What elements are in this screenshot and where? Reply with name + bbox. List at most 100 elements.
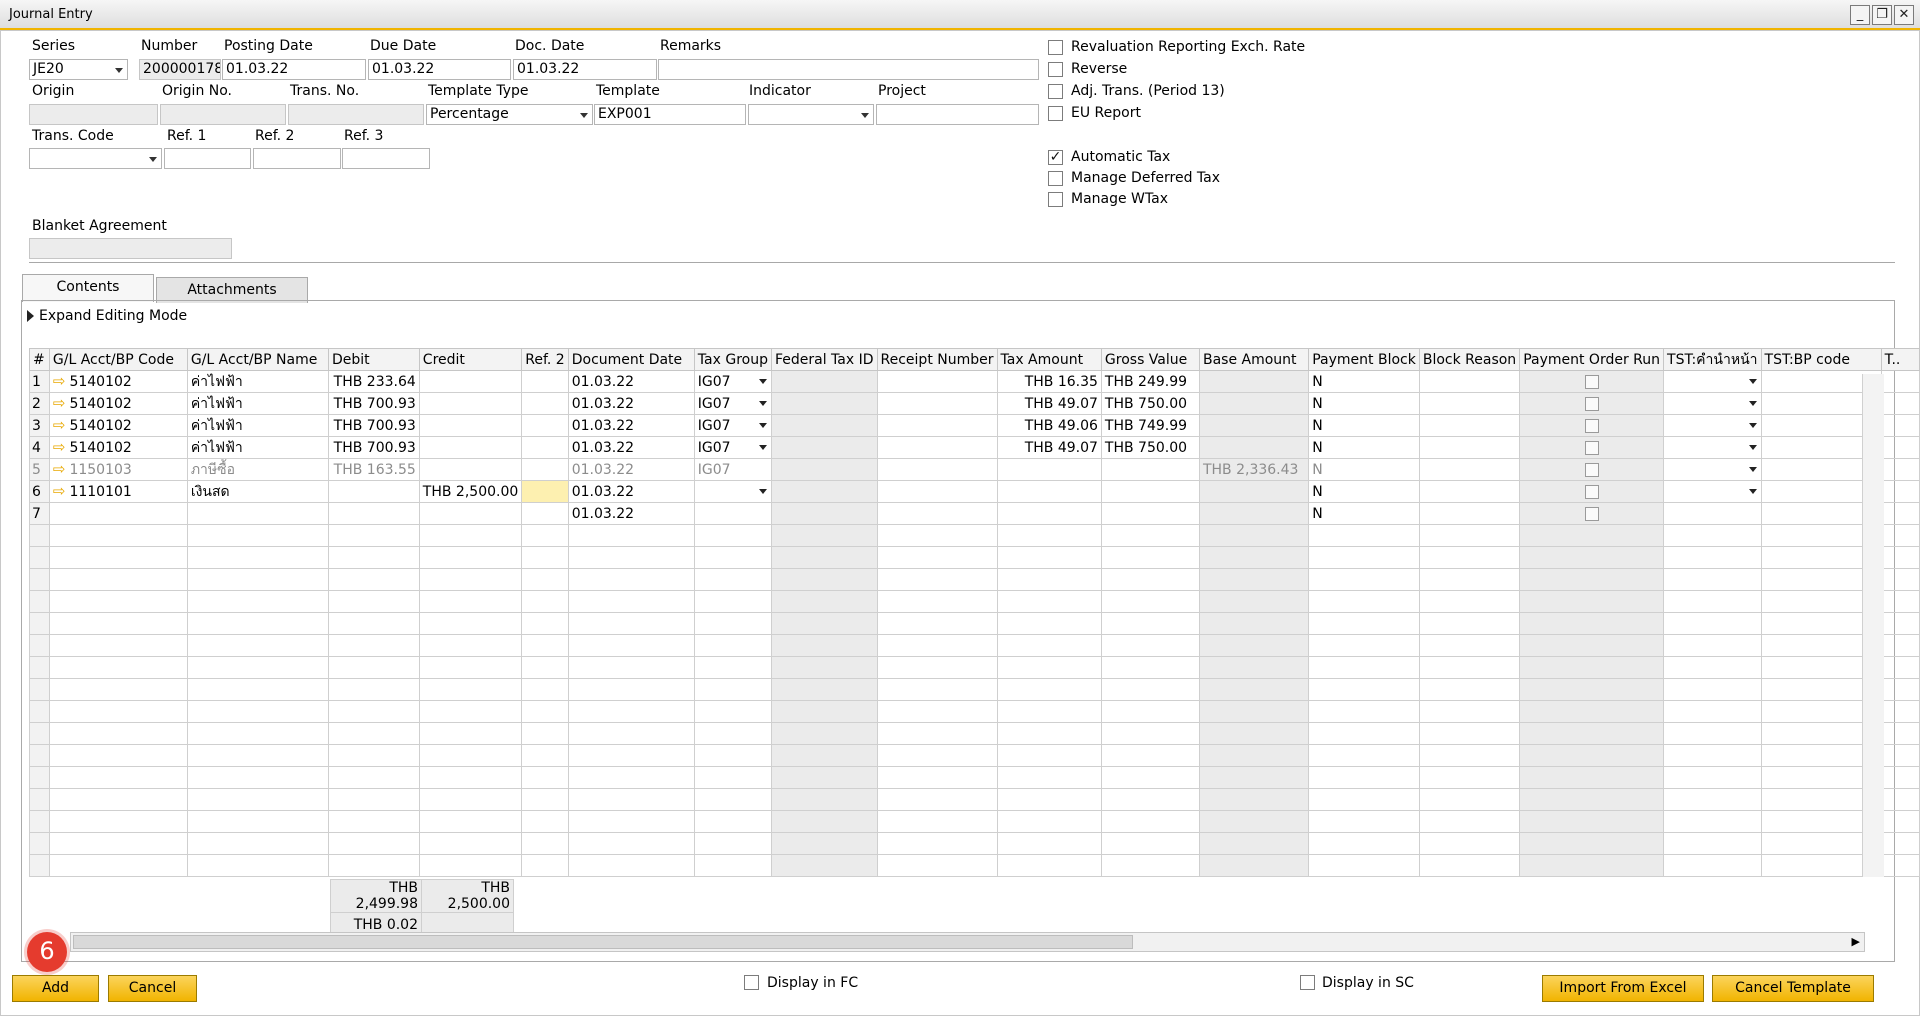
display-sc-checkbox[interactable] — [1300, 975, 1315, 990]
payment-block-cell[interactable] — [1308, 568, 1420, 591]
ref2-cell[interactable] — [521, 678, 569, 701]
debit-cell[interactable] — [327, 546, 420, 569]
payment-block-cell[interactable] — [1308, 656, 1420, 679]
doc-date-cell[interactable] — [567, 832, 695, 855]
revaluation-checkbox[interactable] — [1048, 40, 1063, 55]
table-row[interactable] — [29, 678, 1920, 701]
t-cell[interactable] — [1880, 678, 1920, 701]
receipt-number-cell[interactable] — [876, 700, 998, 723]
doc-date-cell[interactable] — [567, 524, 695, 547]
col-header-block-reason[interactable]: Block Reason — [1418, 348, 1521, 371]
gross-value-cell[interactable] — [1100, 700, 1200, 723]
debit-cell[interactable] — [327, 678, 420, 701]
tax-group-cell[interactable]: IG07 — [693, 458, 772, 481]
ref2-cell[interactable] — [521, 568, 569, 591]
ref3-field[interactable] — [342, 148, 430, 169]
tax-group-cell[interactable]: IG07 — [693, 370, 772, 393]
col-header-tst-prefix[interactable]: TST:คำนำหน้า — [1663, 348, 1762, 371]
payment-order-run-cell[interactable] — [1519, 546, 1665, 569]
acct-name-cell[interactable] — [186, 700, 329, 723]
ref2-cell[interactable] — [521, 392, 569, 415]
debit-cell[interactable] — [327, 744, 420, 767]
acct-name-cell[interactable] — [186, 656, 329, 679]
link-arrow-icon[interactable]: ⇨ — [53, 482, 66, 502]
table-row[interactable]: 2 ⇨ 5140102 ค่าไฟฟ้า THB 700.93 01.03.22 IG07 T… — [29, 392, 1920, 415]
tax-group-cell[interactable] — [693, 810, 772, 833]
doc-date-cell[interactable]: 01.03.22 — [567, 370, 695, 393]
acct-code-cell[interactable] — [48, 788, 188, 811]
t-cell[interactable] — [1880, 524, 1920, 547]
payment-order-run-checkbox[interactable] — [1584, 374, 1599, 389]
payment-order-run-cell[interactable] — [1519, 700, 1665, 723]
tax-amount-cell[interactable] — [996, 502, 1102, 525]
acct-name-cell[interactable] — [186, 766, 329, 789]
acct-code-cell[interactable] — [48, 832, 188, 855]
tax-amount-cell[interactable]: THB 49.07 — [996, 436, 1102, 459]
credit-cell[interactable] — [418, 524, 523, 547]
doc-date-cell[interactable]: 01.03.22 — [567, 436, 695, 459]
table-row[interactable] — [29, 524, 1920, 547]
payment-block-cell[interactable] — [1308, 612, 1420, 635]
acct-name-cell[interactable]: ค่าไฟฟ้า — [186, 392, 329, 415]
acct-name-cell[interactable] — [186, 788, 329, 811]
tax-amount-cell[interactable]: THB 49.06 — [996, 414, 1102, 437]
t-cell[interactable] — [1880, 436, 1920, 459]
payment-block-cell[interactable] — [1308, 810, 1420, 833]
receipt-number-cell[interactable] — [876, 370, 998, 393]
template-type-select[interactable]: Percentage — [426, 104, 593, 125]
acct-code-cell[interactable] — [48, 678, 188, 701]
payment-block-cell[interactable] — [1308, 854, 1420, 877]
tax-group-cell[interactable] — [693, 502, 772, 525]
block-reason-cell[interactable] — [1418, 832, 1521, 855]
tax-amount-cell[interactable] — [996, 590, 1102, 613]
receipt-number-cell[interactable] — [876, 568, 998, 591]
tax-group-cell[interactable] — [693, 700, 772, 723]
payment-order-run-cell[interactable] — [1519, 634, 1665, 657]
tax-group-cell[interactable] — [693, 590, 772, 613]
gross-value-cell[interactable] — [1100, 502, 1200, 525]
col-header-receipt-number[interactable]: Receipt Number — [876, 348, 998, 371]
tst-prefix-cell[interactable] — [1663, 436, 1762, 459]
acct-code-cell[interactable]: ⇨ 1110101 — [48, 480, 188, 503]
doc-date-cell[interactable] — [567, 568, 695, 591]
tax-group-cell[interactable]: IG07 — [693, 436, 772, 459]
horizontal-scrollbar[interactable]: ▶ — [70, 932, 1865, 952]
payment-block-cell[interactable] — [1308, 524, 1420, 547]
tax-group-cell[interactable] — [693, 524, 772, 547]
acct-code-cell[interactable] — [48, 612, 188, 635]
ref2-cell[interactable] — [521, 524, 569, 547]
ref2-cell[interactable] — [521, 480, 569, 503]
gross-value-cell[interactable]: THB 750.00 — [1100, 392, 1200, 415]
receipt-number-cell[interactable] — [876, 744, 998, 767]
t-cell[interactable] — [1880, 546, 1920, 569]
payment-block-cell[interactable]: N — [1308, 414, 1420, 437]
payment-order-run-cell[interactable] — [1519, 722, 1665, 745]
col-header-num[interactable]: # — [29, 348, 50, 371]
receipt-number-cell[interactable] — [876, 810, 998, 833]
tax-group-cell[interactable] — [693, 722, 772, 745]
debit-cell[interactable] — [327, 700, 420, 723]
debit-cell[interactable]: THB 700.93 — [327, 392, 420, 415]
doc-date-cell[interactable] — [567, 546, 695, 569]
payment-block-cell[interactable] — [1308, 678, 1420, 701]
block-reason-cell[interactable] — [1418, 788, 1521, 811]
col-header-base-amount[interactable]: Base Amount — [1198, 348, 1310, 371]
debit-cell[interactable] — [327, 524, 420, 547]
table-row[interactable] — [29, 700, 1920, 723]
posting-date-field[interactable]: 01.03.22 — [222, 59, 366, 80]
tax-amount-cell[interactable] — [996, 546, 1102, 569]
payment-order-run-cell[interactable] — [1519, 480, 1665, 503]
doc-date-cell[interactable] — [567, 788, 695, 811]
doc-date-cell[interactable] — [567, 744, 695, 767]
payment-order-run-cell[interactable] — [1519, 854, 1665, 877]
acct-code-cell[interactable] — [48, 744, 188, 767]
tax-amount-cell[interactable] — [996, 634, 1102, 657]
receipt-number-cell[interactable] — [876, 766, 998, 789]
block-reason-cell[interactable] — [1418, 590, 1521, 613]
gross-value-cell[interactable] — [1100, 656, 1200, 679]
debit-cell[interactable] — [327, 568, 420, 591]
receipt-number-cell[interactable] — [876, 634, 998, 657]
due-date-field[interactable]: 01.03.22 — [368, 59, 511, 80]
debit-cell[interactable] — [327, 656, 420, 679]
block-reason-cell[interactable] — [1418, 370, 1521, 393]
